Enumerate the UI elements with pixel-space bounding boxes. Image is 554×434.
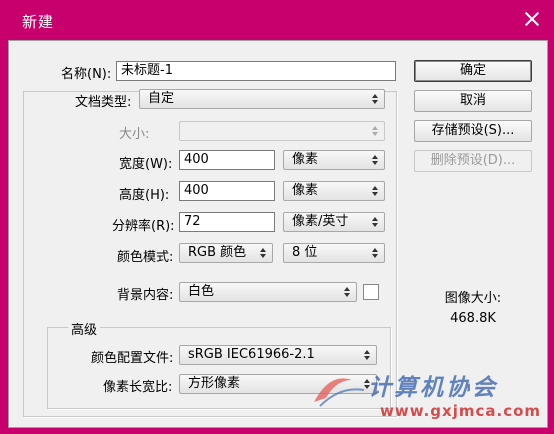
- image-size-label: 图像大小:: [444, 291, 502, 306]
- height-unit-value: 像素: [292, 183, 319, 198]
- name-input[interactable]: 未标题-1: [116, 61, 396, 81]
- new-document-dialog: 新建 名称(N): 未标题-1 文档类型: 自定 大小: 宽度(W): 400 …: [0, 0, 554, 434]
- chevron-updown-icon: [344, 286, 351, 298]
- cancel-button[interactable]: 取消: [414, 90, 532, 112]
- preset-label: 文档类型:: [75, 95, 132, 110]
- chevron-updown-icon: [372, 247, 379, 259]
- size-select: [179, 121, 385, 141]
- watermark-swoosh-icon: [314, 378, 365, 407]
- chevron-updown-icon: [364, 349, 371, 361]
- watermark-url: www.gxjmca.com: [380, 402, 542, 420]
- ok-button[interactable]: 确定: [414, 60, 532, 82]
- advanced-legend: 高级: [68, 319, 101, 338]
- color-mode-value: RGB 颜色: [188, 245, 247, 260]
- height-label: 高度(H):: [119, 188, 170, 203]
- width-label: 宽度(W):: [119, 157, 173, 172]
- size-label: 大小:: [119, 127, 150, 142]
- color-profile-select[interactable]: sRGB IEC61966-2.1: [179, 345, 377, 365]
- pixel-aspect-value: 方形像素: [188, 376, 241, 391]
- background-select[interactable]: 白色: [179, 282, 357, 302]
- delete-preset-button: 删除预设(D)...: [414, 150, 532, 172]
- resolution-label: 分辨率(R):: [112, 219, 175, 234]
- chevron-updown-icon: [260, 247, 267, 259]
- background-label: 背景内容:: [117, 288, 174, 303]
- color-mode-label: 颜色模式:: [117, 250, 174, 265]
- preset-select[interactable]: 自定: [139, 89, 385, 109]
- resolution-unit-value: 像素/英寸: [292, 214, 349, 229]
- width-input[interactable]: 400: [179, 150, 275, 170]
- height-unit-select[interactable]: 像素: [283, 181, 385, 201]
- chevron-updown-icon: [372, 154, 379, 166]
- color-profile-label: 颜色配置文件:: [91, 351, 174, 366]
- save-preset-button[interactable]: 存储预设(S)...: [414, 120, 532, 142]
- height-input[interactable]: 400: [179, 181, 275, 201]
- background-value: 白色: [188, 284, 215, 299]
- watermark-text: 计算机协会: [368, 374, 498, 401]
- chevron-updown-icon: [372, 125, 379, 137]
- preset-value: 自定: [148, 91, 175, 106]
- color-profile-value: sRGB IEC61966-2.1: [188, 347, 315, 362]
- color-mode-select[interactable]: RGB 颜色: [179, 243, 273, 263]
- name-label: 名称(N):: [61, 67, 112, 82]
- bit-depth-select[interactable]: 8 位: [283, 243, 385, 263]
- chevron-updown-icon: [372, 93, 379, 105]
- background-color-swatch[interactable]: [363, 284, 379, 300]
- watermark-logo: 计算机协会 www.gxjmca.com: [310, 366, 550, 430]
- dialog-title: 新建: [22, 13, 55, 31]
- chevron-updown-icon: [372, 216, 379, 228]
- image-size-value: 468.8K: [450, 311, 496, 326]
- bit-depth-value: 8 位: [292, 245, 318, 260]
- pixel-aspect-label: 像素长宽比:: [103, 380, 173, 395]
- title-bar[interactable]: 新建: [0, 0, 554, 40]
- width-unit-value: 像素: [292, 152, 319, 167]
- width-unit-select[interactable]: 像素: [283, 150, 385, 170]
- resolution-unit-select[interactable]: 像素/英寸: [283, 212, 385, 232]
- close-icon[interactable]: [524, 11, 540, 27]
- chevron-updown-icon: [372, 185, 379, 197]
- resolution-input[interactable]: 72: [179, 212, 275, 232]
